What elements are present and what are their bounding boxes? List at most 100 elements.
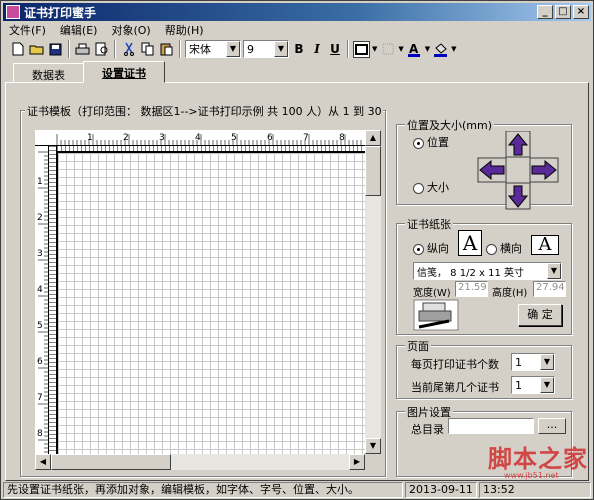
status-time: 13:52: [479, 482, 591, 498]
position-radio[interactable]: 位置: [413, 134, 449, 150]
width-field[interactable]: 21.59: [455, 281, 488, 297]
paper-group-title: 证书纸张: [405, 216, 453, 232]
ruler-label: 4: [195, 133, 201, 143]
tail-index-label: 当前尾第几个证书: [411, 381, 499, 394]
horizontal-scroll-thumb[interactable]: [51, 454, 171, 470]
ruler-label: 1: [37, 177, 43, 187]
chevron-down-icon[interactable]: ▼: [226, 41, 240, 57]
width-label: 宽度(W): [413, 288, 451, 299]
tab-certificate-settings[interactable]: 设置证书: [83, 61, 165, 83]
ruler-label: 8: [339, 133, 345, 143]
arrow-left-icon[interactable]: [477, 157, 507, 183]
size-radio-label: 大小: [427, 181, 449, 194]
page-group-title: 页面: [405, 338, 431, 354]
chevron-down-icon[interactable]: ▼: [274, 41, 288, 57]
save-icon[interactable]: [47, 41, 64, 58]
scroll-left-icon[interactable]: ◀: [35, 454, 51, 470]
scroll-down-icon[interactable]: ▼: [365, 438, 381, 454]
menu-bar: 文件(F) 编辑(E) 对象(O) 帮助(H): [3, 22, 204, 38]
ruler-label: 7: [303, 133, 309, 143]
scroll-right-icon[interactable]: ▶: [349, 454, 365, 470]
status-bar: 先设置证书纸张，再添加对象，编辑模板，如字体、字号、位置、大小。 2013-09…: [3, 482, 591, 499]
browse-button[interactable]: ...: [538, 418, 566, 434]
copy-icon[interactable]: [139, 41, 156, 58]
size-radio[interactable]: 大小: [413, 179, 449, 195]
vertical-scroll-thumb[interactable]: [365, 146, 381, 196]
underline-button[interactable]: U: [327, 42, 343, 56]
grid-lines-icon[interactable]: [379, 41, 396, 58]
font-name-value: 宋体: [189, 43, 211, 56]
per-page-label: 每页打印证书个数: [411, 358, 499, 371]
border-style-icon[interactable]: [353, 40, 370, 58]
menu-object[interactable]: 对象(O): [111, 22, 150, 38]
italic-button[interactable]: I: [309, 42, 325, 56]
bold-button[interactable]: B: [291, 42, 307, 56]
certificate-canvas[interactable]: [57, 152, 365, 454]
minimize-button[interactable]: _: [537, 5, 553, 19]
ok-button[interactable]: 确 定: [518, 304, 562, 326]
ruler-label: 3: [159, 133, 165, 143]
chevron-down-icon[interactable]: ▼: [451, 45, 456, 53]
close-button[interactable]: ×: [573, 5, 589, 19]
toolbar: 宋体 ▼ 9 ▼ B I U ▼ ▼ A ▼ ▼: [3, 38, 591, 60]
arrow-right-icon[interactable]: [529, 157, 559, 183]
radio-selected-icon: [413, 243, 424, 255]
ruler-label: 4: [37, 285, 43, 295]
radio-selected-icon: [413, 137, 424, 149]
chevron-down-icon[interactable]: ▼: [540, 377, 554, 393]
vertical-scrollbar[interactable]: ▲ ▼: [365, 130, 381, 454]
template-group-title: 证书模板（打印范围： 数据区1-->证书打印示例 共 100 人）从 1 到 3…: [25, 103, 383, 119]
menu-help[interactable]: 帮助(H): [165, 22, 204, 38]
directory-field[interactable]: [448, 418, 534, 434]
scroll-up-icon[interactable]: ▲: [365, 130, 381, 146]
open-folder-icon[interactable]: [28, 41, 45, 58]
chevron-down-icon[interactable]: ▼: [372, 45, 377, 53]
maximize-button[interactable]: □: [555, 5, 571, 19]
directory-label: 总目录: [411, 423, 444, 436]
paper-size-select[interactable]: 信笺， 8 1/2 x 11 英寸 ▼: [413, 262, 562, 280]
chevron-down-icon[interactable]: ▼: [547, 263, 561, 279]
menu-edit[interactable]: 编辑(E): [60, 22, 98, 38]
font-size-combo[interactable]: 9 ▼: [243, 40, 289, 58]
chevron-down-icon[interactable]: ▼: [540, 354, 554, 370]
chevron-down-icon[interactable]: ▼: [425, 45, 430, 53]
ruler-label: 2: [123, 133, 129, 143]
paper-size-value: 信笺， 8 1/2 x 11 英寸: [417, 267, 524, 279]
ruler-label: 5: [37, 321, 43, 331]
portrait-paper-icon: A: [458, 230, 482, 256]
ruler-label: 7: [37, 393, 43, 403]
height-field[interactable]: 27.94: [533, 281, 566, 297]
status-date: 2013-09-11: [405, 482, 477, 498]
menu-file[interactable]: 文件(F): [9, 22, 46, 38]
radio-icon: [486, 243, 497, 255]
arrow-up-icon[interactable]: [505, 131, 531, 158]
left-ruler: 1 2 3 4 5 6 7 8: [35, 146, 49, 454]
horizontal-scrollbar[interactable]: ◀ ▶: [35, 454, 365, 470]
font-name-combo[interactable]: 宋体 ▼: [185, 40, 241, 58]
position-radio-label: 位置: [427, 136, 449, 149]
toolbar-separator: [68, 40, 70, 58]
chevron-down-icon[interactable]: ▼: [398, 45, 403, 53]
arrow-down-icon[interactable]: [505, 182, 531, 210]
tab-strip: 数据表 设置证书: [13, 61, 165, 83]
cut-icon[interactable]: [120, 41, 137, 58]
font-color-icon[interactable]: A: [406, 41, 423, 58]
landscape-radio[interactable]: 横向: [486, 240, 522, 256]
new-file-icon[interactable]: [9, 41, 26, 58]
ruler-label: 6: [267, 133, 273, 143]
print-preview-icon[interactable]: [93, 41, 110, 58]
fill-color-icon[interactable]: [432, 41, 449, 58]
template-editor: 1 2 3 4 5 6 7 8 1 2 3 4 5 6 7 8 ▲ ▼ ◀ ▶: [35, 130, 381, 470]
paste-icon[interactable]: [158, 41, 175, 58]
toolbar-separator: [114, 40, 116, 58]
tab-data-table[interactable]: 数据表: [13, 63, 84, 83]
tail-index-select[interactable]: 1 ▼: [511, 376, 555, 394]
portrait-radio[interactable]: 纵向: [413, 240, 449, 256]
svg-text:A: A: [409, 42, 419, 56]
portrait-label: 纵向: [427, 242, 449, 255]
print-icon[interactable]: [74, 41, 91, 58]
app-icon: [6, 5, 20, 19]
title-bar: 证书打印蜜手 _ □ ×: [3, 3, 591, 21]
per-page-select[interactable]: 1 ▼: [511, 353, 555, 371]
radio-icon: [413, 182, 424, 194]
